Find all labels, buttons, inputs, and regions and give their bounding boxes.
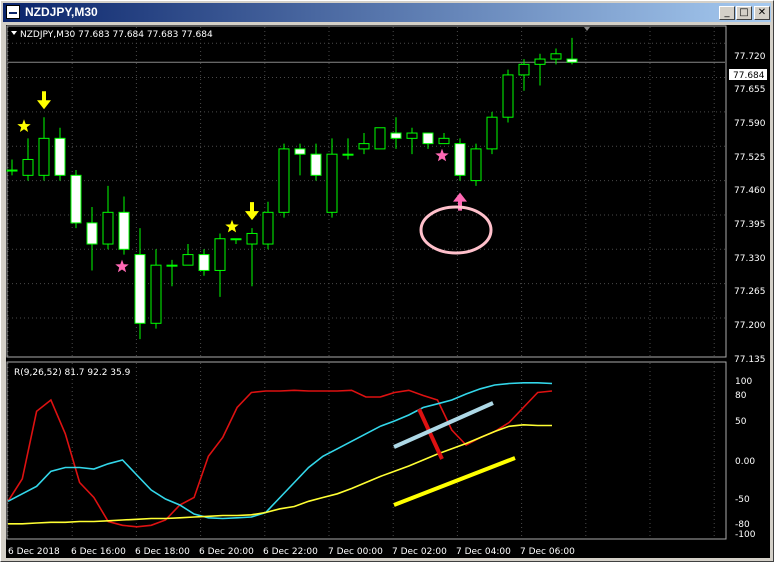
candle-body: [294, 148, 306, 155]
candle-body: [278, 148, 290, 213]
candle-body: [566, 58, 578, 63]
y-tick-label: 50: [735, 417, 747, 427]
chart-window: NZDJPY,M30 _ □ ✕ NZDJPY,M30 77.683 77.68…: [0, 0, 774, 562]
candle-body: [342, 153, 354, 156]
indicator-panel-frame: [6, 361, 727, 540]
candle-body: [470, 148, 482, 182]
candle-body: [86, 222, 98, 245]
candle-body: [102, 211, 114, 245]
x-tick-label: 6 Dec 22:00: [263, 547, 318, 557]
candle-body: [310, 153, 322, 176]
star-icon: [435, 148, 449, 162]
y-tick-label: 0.00: [735, 457, 755, 467]
y-tick-label: 77.655: [734, 85, 766, 95]
candle-body: [262, 211, 274, 245]
candle-body: [534, 58, 546, 65]
candle-body: [518, 63, 530, 76]
candle-body: [6, 169, 18, 172]
maximize-button[interactable]: □: [736, 6, 752, 20]
star-icon: [225, 219, 239, 233]
y-tick-label: -50: [735, 495, 750, 505]
candles-group: [6, 37, 578, 340]
candle-body: [358, 143, 370, 150]
chart-svg[interactable]: NZDJPY,M30 77.683 77.684 77.683 77.684 R…: [6, 25, 770, 558]
candle-body: [22, 158, 34, 176]
candle-body: [70, 174, 82, 224]
candle-body: [374, 127, 386, 150]
candle-body: [150, 264, 162, 324]
candle-body: [422, 132, 434, 145]
chart-area[interactable]: NZDJPY,M30 77.683 77.684 77.683 77.684 R…: [6, 25, 770, 558]
candle-body: [502, 74, 514, 118]
candle-body: [214, 238, 226, 271]
x-tick-label: 7 Dec 00:00: [328, 547, 383, 557]
y-tick-label: 77.135: [734, 355, 766, 365]
sell-arrow-icon: [245, 202, 259, 221]
indicator-y-axis: 100 80 50 0.00 -50 -80 -100: [735, 377, 756, 540]
candle-body: [182, 254, 194, 266]
candle-body: [198, 254, 210, 271]
main-panel-frame: [6, 25, 727, 358]
signals-group: [17, 91, 467, 273]
y-tick-label: 77.525: [734, 153, 766, 163]
drawn-lightblue-trendline[interactable]: [393, 401, 494, 449]
sell-arrow-icon: [37, 91, 51, 110]
candle-body: [390, 132, 402, 139]
y-tick-label: 77.395: [734, 220, 766, 230]
y-tick-label: -80: [735, 520, 750, 530]
x-tick-label: 6 Dec 2018: [8, 547, 60, 557]
star-icon: [17, 119, 31, 132]
minimize-button[interactable]: _: [719, 6, 735, 20]
y-tick-label: 77.590: [734, 119, 766, 129]
y-tick-label: 77.330: [734, 254, 766, 264]
candle-body: [326, 153, 338, 213]
indicator-panel-header: R(9,26,52) 81.7 92.2 35.9: [14, 368, 131, 378]
candle-body: [118, 211, 130, 250]
candle-body: [134, 254, 146, 324]
y-tick-label: 77.720: [734, 52, 766, 62]
candle-body: [54, 137, 66, 176]
close-button[interactable]: ✕: [754, 6, 770, 20]
x-tick-label: 6 Dec 20:00: [199, 547, 254, 557]
candle-body: [38, 137, 50, 176]
candle-body: [230, 238, 242, 241]
y-tick-label: 77.460: [734, 186, 766, 196]
candle-body: [550, 53, 562, 60]
candle-body: [438, 137, 450, 145]
x-tick-label: 7 Dec 04:00: [456, 547, 511, 557]
y-tick-label: -100: [735, 530, 756, 540]
candle-body: [486, 116, 498, 150]
candle-body: [454, 143, 466, 176]
title-bar[interactable]: NZDJPY,M30 _ □ ✕: [3, 3, 771, 22]
candle-body: [406, 132, 418, 139]
x-tick-label: 6 Dec 16:00: [71, 547, 126, 557]
y-tick-label: 77.265: [734, 287, 766, 297]
indicator-lines-group: [7, 381, 553, 528]
y-tick-label: 77.200: [734, 321, 766, 331]
indicator-line: [7, 381, 553, 520]
x-tick-label: 6 Dec 18:00: [135, 547, 190, 557]
star-icon: [115, 259, 129, 273]
main-panel-header: NZDJPY,M30 77.683 77.684 77.683 77.684: [20, 30, 213, 40]
main-y-axis: 77.720 77.655 77.590 77.525 77.460 77.39…: [734, 52, 766, 365]
indicator-line: [7, 389, 553, 528]
y-tick-label: 100: [735, 377, 752, 387]
drawn-pink-ellipse[interactable]: [419, 205, 493, 255]
collapse-triangle-icon[interactable]: [11, 31, 17, 35]
y-tick-label: 80: [735, 391, 747, 401]
x-tick-label: 7 Dec 06:00: [520, 547, 575, 557]
candle-body: [246, 232, 258, 245]
window-title: NZDJPY,M30: [25, 5, 98, 19]
chart-window-icon: [6, 5, 20, 19]
x-axis: 6 Dec 2018 6 Dec 16:00 6 Dec 18:00 6 Dec…: [8, 547, 575, 557]
candle-body: [166, 264, 178, 267]
scroll-marker-icon[interactable]: [584, 27, 590, 31]
x-tick-label: 7 Dec 02:00: [392, 547, 447, 557]
current-price-label: 77.684: [733, 71, 765, 81]
